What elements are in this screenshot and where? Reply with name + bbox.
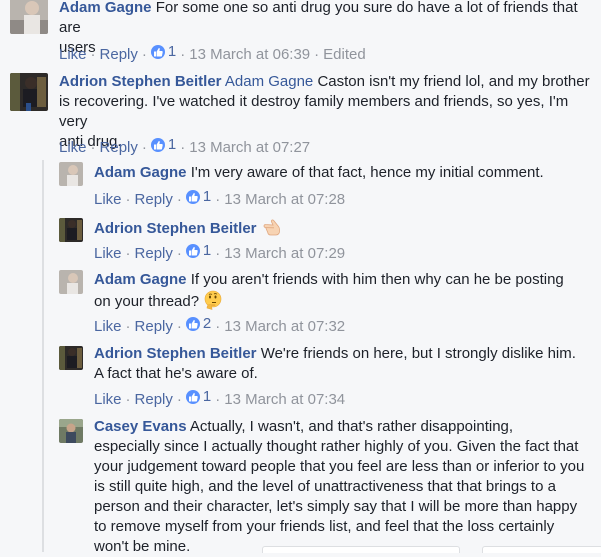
author-name[interactable]: Adrion Stephen Beitler	[94, 220, 257, 237]
avatar[interactable]	[10, 0, 48, 34]
reply-actions: Like · Reply · 1 · 13 March at 07:28	[94, 187, 346, 208]
reply-actions: Like · Reply · 2 · 13 March at 07:32	[94, 314, 346, 335]
timestamp[interactable]: 13 March at 07:27	[189, 139, 310, 156]
author-name[interactable]: Adrion Stephen Beitler	[59, 73, 222, 90]
reply-text-cont: to remove myself from your friends list,…	[94, 518, 555, 535]
avatar[interactable]	[10, 73, 48, 111]
like-link[interactable]: Like	[94, 318, 122, 335]
comment-actions: Like · Reply · 1 · 13 March at 07:27	[59, 135, 311, 156]
reply-text: If you aren't friends with him then why …	[190, 271, 564, 288]
profile-photo	[59, 419, 83, 443]
like-reaction-icon	[185, 244, 200, 258]
avatar[interactable]	[59, 346, 83, 370]
profile-photo	[59, 270, 83, 294]
author-name[interactable]: Adrion Stephen Beitler	[94, 345, 257, 362]
reply-link[interactable]: Reply	[135, 318, 173, 335]
reply-text: I'm very aware of that fact, hence my in…	[190, 164, 544, 181]
reply-link[interactable]: Reply	[100, 139, 138, 156]
like-link[interactable]: Like	[94, 191, 122, 208]
mention-link[interactable]: Adam Gagne	[225, 73, 313, 90]
reply-body: Adam Gagne I'm very aware of that fact, …	[94, 163, 594, 183]
like-link[interactable]: Like	[94, 391, 122, 408]
profile-photo	[59, 218, 83, 242]
comment-actions: Like · Reply · 1 · 13 March at 06:39 · Edited	[59, 42, 366, 63]
comment-adam-gagne-1: Adam Gagne For some one so anti drug you…	[0, 0, 601, 70]
reply-text-cont: especially since I actually thought rath…	[94, 438, 579, 455]
thinking-face-icon	[203, 290, 223, 316]
reply-text-cont: your judgement toward people that you fe…	[94, 458, 585, 475]
reply-adam-gagne-1: Adam Gagne I'm very aware of that fact, …	[56, 160, 601, 214]
reply-text: We're friends on here, but I strongly di…	[260, 345, 576, 362]
reply-thread-line	[42, 160, 44, 552]
author-name[interactable]: Adam Gagne	[94, 164, 187, 181]
like-reaction-icon	[150, 138, 165, 152]
reply-adrion-beitler-1: Adrion Stephen Beitler Like · Reply · 1 · 13 M…	[56, 214, 601, 268]
reaction-count[interactable]: 1	[150, 42, 176, 62]
like-reaction-icon	[185, 317, 200, 331]
like-link[interactable]: Like	[94, 245, 122, 262]
profile-photo	[59, 346, 83, 370]
reaction-count[interactable]: 1	[185, 187, 211, 207]
reaction-count[interactable]: 1	[150, 135, 176, 155]
reply-link[interactable]: Reply	[135, 391, 173, 408]
avatar[interactable]	[59, 218, 83, 242]
timestamp[interactable]: 13 March at 07:32	[224, 318, 345, 335]
avatar[interactable]	[59, 162, 83, 186]
comment-thread: Adam Gagne For some one so anti drug you…	[0, 0, 601, 555]
reply-text: Actually, I wasn't, and that's rather di…	[189, 418, 514, 435]
reaction-count[interactable]: 2	[185, 314, 211, 334]
timestamp[interactable]: 13 March at 07:29	[224, 245, 345, 262]
like-reaction-icon	[150, 45, 165, 59]
reply-text-cont: won't be mine.	[94, 538, 191, 555]
reply-adrion-beitler-2: Adrion Stephen Beitler We're friends on …	[56, 341, 601, 415]
like-link[interactable]: Like	[59, 46, 87, 63]
backhand-index-pointing-left-icon	[261, 217, 283, 243]
reply-adam-gagne-2: Adam Gagne If you aren't friends with hi…	[56, 267, 601, 341]
timestamp[interactable]: 13 March at 06:39	[189, 46, 310, 63]
edited-label[interactable]: Edited	[323, 46, 366, 63]
reply-body: Casey Evans Actually, I wasn't, and that…	[94, 417, 594, 557]
reply-text-cont: on your thread?	[94, 293, 200, 310]
reaction-count[interactable]: 1	[185, 241, 211, 261]
reaction-count[interactable]: 1	[185, 387, 211, 407]
timestamp[interactable]: 13 March at 07:28	[224, 191, 345, 208]
timestamp[interactable]: 13 March at 07:34	[224, 391, 345, 408]
reply-text-cont: person and their character, let's simply…	[94, 498, 578, 515]
like-reaction-icon	[185, 190, 200, 204]
reply-link[interactable]: Reply	[135, 191, 173, 208]
author-name[interactable]: Adam Gagne	[94, 271, 187, 288]
avatar[interactable]	[59, 270, 83, 294]
author-name[interactable]: Casey Evans	[94, 418, 187, 435]
reply-actions: Like · Reply · 1 · 13 March at 07:29	[94, 241, 346, 262]
author-name[interactable]: Adam Gagne	[59, 0, 152, 16]
comment-text: Caston isn't my friend lol, and my broth…	[317, 73, 590, 90]
reply-link[interactable]: Reply	[100, 46, 138, 63]
reply-actions: Like · Reply · 1 · 13 March at 07:34	[94, 387, 346, 408]
reply-body: Adrion Stephen Beitler We're friends on …	[94, 344, 594, 384]
comment-adrion-beitler: Adrion Stephen Beitler Adam Gagne Caston…	[0, 70, 601, 162]
reply-text-cont: is still quite high, and the level of un…	[94, 478, 556, 495]
reply-casey-evans: Casey Evans Actually, I wasn't, and that…	[56, 414, 601, 555]
reply-body: Adrion Stephen Beitler	[94, 217, 594, 243]
profile-photo	[10, 73, 48, 111]
like-reaction-icon	[185, 390, 200, 404]
like-link[interactable]: Like	[59, 139, 87, 156]
profile-photo	[59, 162, 83, 186]
profile-photo	[10, 0, 48, 34]
reply-link[interactable]: Reply	[135, 245, 173, 262]
avatar[interactable]	[59, 419, 83, 443]
reply-text-cont: A fact that he's aware of.	[94, 365, 258, 382]
reply-body: Adam Gagne If you aren't friends with hi…	[94, 270, 594, 316]
comment-text-cont: is recovering. I've watched it destroy f…	[59, 93, 569, 130]
